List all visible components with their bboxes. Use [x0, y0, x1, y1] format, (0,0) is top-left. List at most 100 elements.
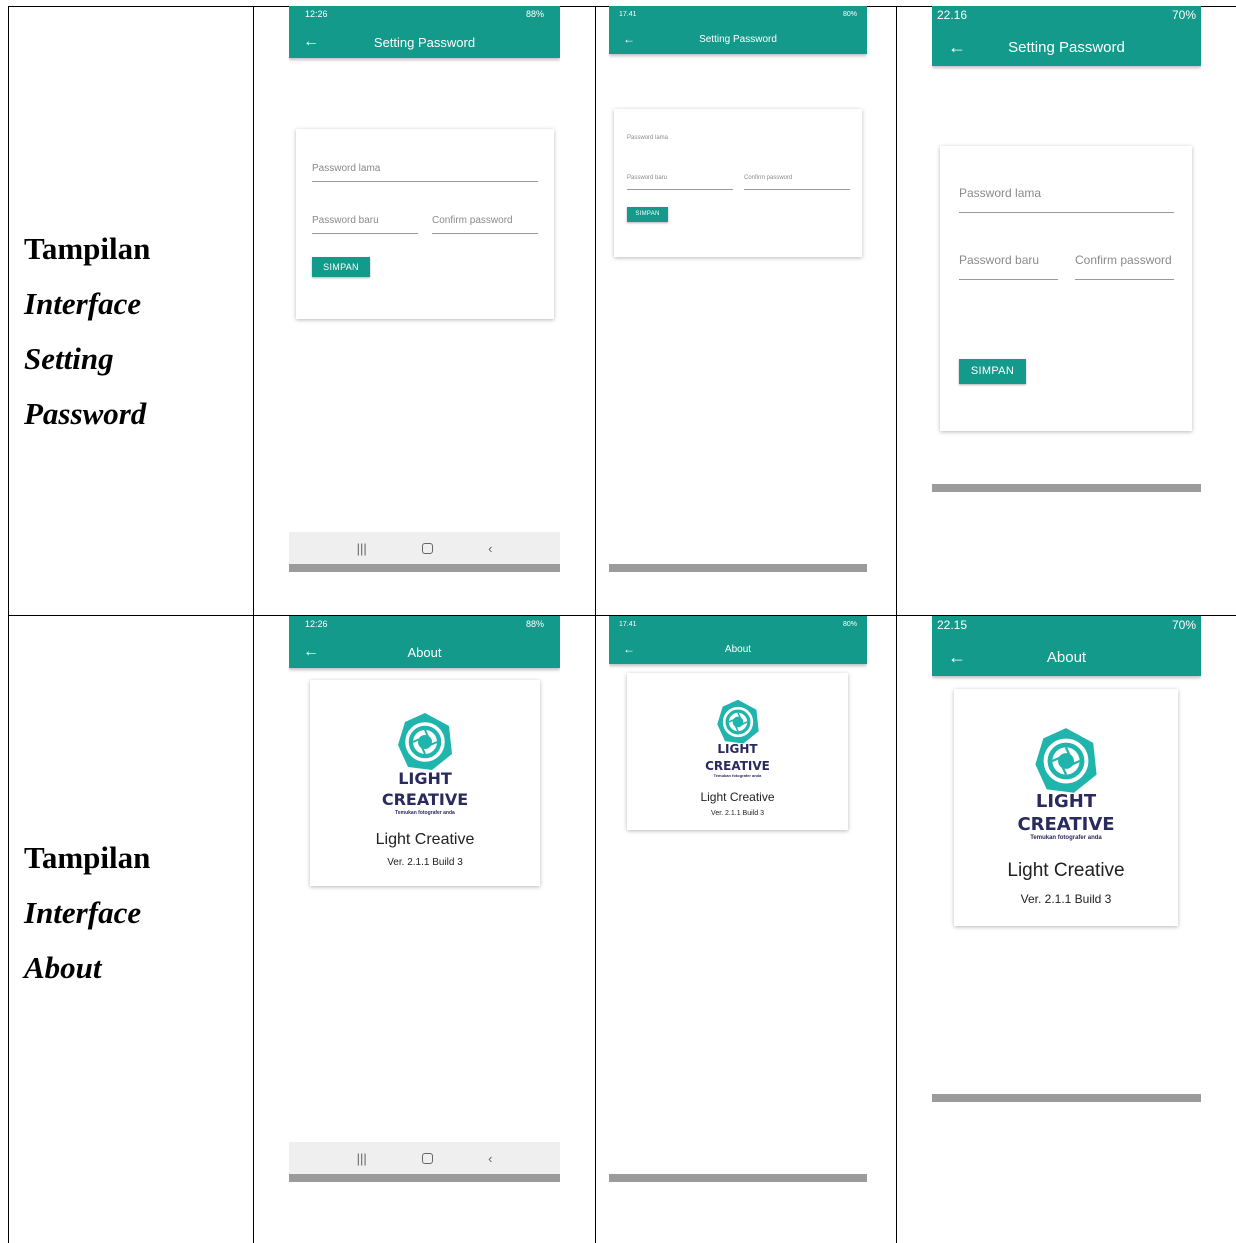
setting-password-screen-3: 22.16 70% ← Setting Password Password la…	[932, 6, 1201, 492]
title-bar: ← Setting Password	[289, 28, 560, 56]
status-battery: 80%	[842, 620, 857, 628]
status-bar: 17.41 80%	[609, 6, 867, 22]
status-bar: 12:26 88%	[289, 616, 560, 632]
app-bar: 17.41 80% ← Setting Password	[609, 6, 867, 54]
status-battery: 88%	[525, 619, 544, 629]
confirm-password-field[interactable]: Confirm password	[1075, 253, 1174, 280]
status-time: 17.41	[619, 10, 637, 18]
status-battery: 70%	[1171, 618, 1196, 632]
confirm-password-field[interactable]: Confirm password	[744, 175, 850, 190]
old-password-field[interactable]: Password lama	[959, 186, 1174, 213]
system-nav-bar: ||| ‹	[289, 1142, 560, 1174]
label-italic-2: About	[24, 950, 102, 985]
brand-line-2: CREATIVE	[381, 790, 469, 809]
old-password-field[interactable]: Password lama	[627, 135, 849, 148]
camera-aperture-logo	[717, 699, 759, 744]
title-bar: ← Setting Password	[932, 32, 1201, 62]
page-title: Setting Password	[1008, 38, 1125, 56]
save-button[interactable]: SIMPAN	[312, 257, 370, 277]
app-name: Light Creative	[700, 790, 775, 804]
brand-line-1: LIGHT	[1035, 791, 1097, 812]
app-bar: 22.15 70% ← About	[932, 616, 1201, 676]
app-name: Light Creative	[375, 831, 475, 848]
old-password-field[interactable]: Password lama	[312, 163, 538, 182]
brand-line-1: LIGHT	[398, 769, 452, 788]
camera-aperture-logo	[1035, 728, 1097, 793]
label-italic-2: Setting	[24, 341, 114, 376]
password-card: Password lama Password baru Confirm pass…	[940, 146, 1192, 431]
nav-back-icon[interactable]: ‹	[488, 541, 492, 556]
page-title: About	[1046, 648, 1087, 666]
brand-line-2: CREATIVE	[705, 759, 770, 773]
bottom-bar	[289, 564, 560, 572]
status-time: 12:26	[305, 619, 328, 629]
bottom-bar	[609, 564, 867, 572]
about-card: LIGHT CREATIVE Temukan fotografer anda L…	[954, 689, 1178, 926]
status-bar: 17.41 80%	[609, 616, 867, 632]
status-bar: 22.15 70%	[932, 616, 1201, 634]
bottom-bar	[289, 1174, 560, 1182]
save-button[interactable]: SIMPAN	[627, 207, 668, 222]
about-card: LIGHT CREATIVE Temukan fotografer anda L…	[310, 680, 540, 886]
about-card: LIGHT CREATIVE Temukan fotografer anda L…	[627, 673, 848, 830]
app-bar: 17.41 80% ← About	[609, 616, 867, 664]
label-italic-1: Interface	[24, 286, 142, 321]
title-bar: ← About	[289, 638, 560, 666]
status-time: 22.15	[937, 618, 968, 632]
app-name: Light Creative	[1007, 860, 1125, 881]
title-bar: ← About	[932, 642, 1201, 672]
bottom-bar	[932, 1094, 1201, 1102]
new-password-field[interactable]: Password baru	[627, 175, 733, 190]
page-title: Setting Password	[373, 34, 476, 50]
home-icon[interactable]	[421, 542, 433, 554]
setting-password-screen-1: 12:26 88% ← Setting Password Password la…	[289, 6, 560, 572]
system-nav-bar: ||| ‹	[289, 532, 560, 564]
nav-back-icon[interactable]: ‹	[488, 1151, 492, 1166]
new-password-field[interactable]: Password baru	[959, 253, 1058, 280]
brand-tagline: Temukan fotografer anda	[395, 810, 455, 816]
label-word: Tampilan	[24, 840, 151, 875]
status-battery: 70%	[1171, 8, 1196, 22]
table-col-divider-2	[595, 6, 596, 1243]
row-label-setting-password: Tampilan Interface Setting Password	[24, 221, 150, 441]
status-time: 22.16	[937, 8, 968, 22]
row-label-about: Tampilan Interface About	[24, 830, 150, 995]
recent-apps-icon[interactable]: |||	[357, 1151, 367, 1166]
version-text: Ver. 2.1.1 Build 3	[711, 810, 764, 817]
label-word: Tampilan	[24, 231, 151, 266]
bottom-bar	[609, 1174, 867, 1182]
new-password-field[interactable]: Password baru	[312, 215, 418, 234]
title-bar: ← Setting Password	[609, 26, 867, 52]
page-title: About	[724, 643, 752, 655]
brand-tagline: Temukan fotografer anda	[1030, 835, 1102, 841]
title-bar: ← About	[609, 636, 867, 662]
save-button[interactable]: SIMPAN	[959, 359, 1026, 384]
home-icon[interactable]	[421, 1152, 433, 1164]
app-bar: 12:26 88% ← About	[289, 616, 560, 668]
setting-password-screen-2: 17.41 80% ← Setting Password Password la…	[609, 6, 867, 572]
page-title: Setting Password	[699, 33, 777, 45]
about-screen-1: 12:26 88% ← About LIGHT CREATIVE Temukan…	[289, 616, 560, 1182]
status-battery: 88%	[525, 9, 544, 19]
about-screen-2: 17.41 80% ← About LIGHT CREATIVE Temukan…	[609, 616, 867, 1182]
password-card: Password lama Password baru Confirm pass…	[296, 129, 554, 319]
app-bar: 22.16 70% ← Setting Password	[932, 6, 1201, 66]
status-time: 17.41	[619, 620, 637, 628]
label-italic-3: Password	[24, 396, 147, 431]
table-col-divider-1	[253, 6, 254, 1243]
table-border-left	[8, 6, 9, 1243]
confirm-password-field[interactable]: Confirm password	[432, 215, 538, 234]
label-italic-1: Interface	[24, 895, 142, 930]
brand-line-2: CREATIVE	[1017, 814, 1115, 835]
status-bar: 12:26 88%	[289, 6, 560, 22]
camera-aperture-logo	[398, 713, 452, 770]
brand-tagline: Temukan fotografer anda	[713, 773, 762, 778]
version-text: Ver. 2.1.1 Build 3	[387, 857, 463, 868]
app-bar: 12:26 88% ← Setting Password	[289, 6, 560, 58]
version-text: Ver. 2.1.1 Build 3	[1020, 892, 1112, 906]
status-time: 12:26	[305, 9, 328, 19]
about-screen-3: 22.15 70% ← About LIGHT CREATIVE Temukan…	[932, 616, 1201, 1102]
status-bar: 22.16 70%	[932, 6, 1201, 24]
recent-apps-icon[interactable]: |||	[357, 541, 367, 556]
page-title: About	[407, 644, 442, 660]
